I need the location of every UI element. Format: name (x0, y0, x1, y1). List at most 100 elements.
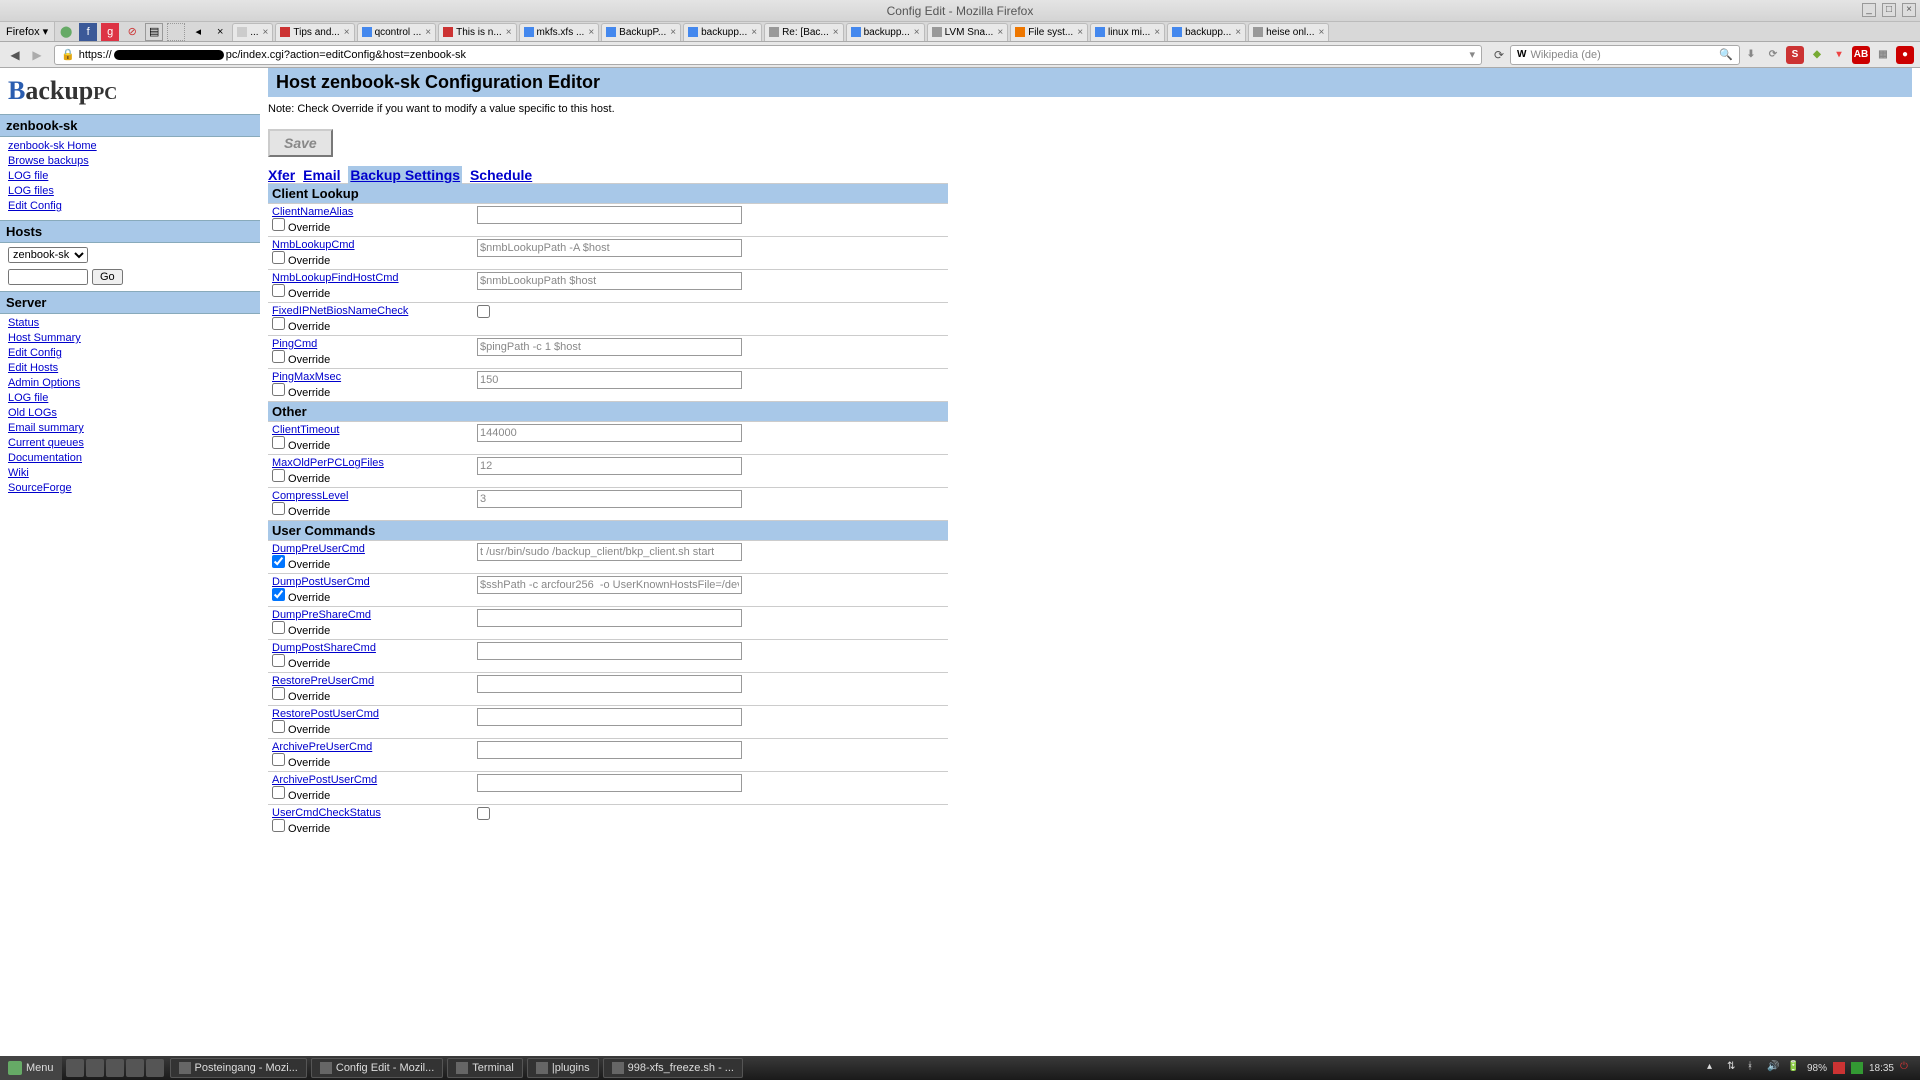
value-input[interactable] (477, 424, 742, 442)
override-checkbox[interactable] (272, 436, 285, 449)
param-link[interactable]: DumpPreShareCmd (272, 609, 371, 621)
lastpass-icon[interactable]: ● (1896, 46, 1914, 64)
param-link[interactable]: NmbLookupCmd (272, 239, 355, 251)
override-checkbox[interactable] (272, 383, 285, 396)
override-label[interactable]: Override (272, 251, 469, 267)
sidebar-link[interactable]: Browse backups (8, 154, 252, 169)
taskbar-task[interactable]: 998-xfs_freeze.sh - ... (603, 1058, 743, 1078)
tab-close-all-icon[interactable]: × (211, 23, 229, 41)
value-input[interactable] (477, 576, 742, 594)
taskbar-task[interactable]: |plugins (527, 1058, 599, 1078)
tab-xfer[interactable]: Xfer (268, 167, 295, 183)
tab-close-icon[interactable]: × (1154, 27, 1160, 38)
tab-close-icon[interactable]: × (588, 27, 594, 38)
browser-tab[interactable]: Re: [Bac...× (764, 23, 844, 41)
sidebar-link[interactable]: Wiki (8, 466, 252, 481)
param-link[interactable]: DumpPostUserCmd (272, 576, 370, 588)
ql-icon[interactable] (146, 1059, 164, 1077)
forward-button[interactable]: ▶ (28, 46, 46, 64)
param-link[interactable]: MaxOldPerPCLogFiles (272, 457, 384, 469)
sidebar-link[interactable]: LOG files (8, 184, 252, 199)
url-bar[interactable]: 🔒 https:// pc/index.cgi?action=editConfi… (54, 45, 1482, 65)
override-label[interactable]: Override (272, 588, 469, 604)
go-button[interactable] (92, 269, 123, 285)
value-checkbox[interactable] (477, 807, 490, 820)
value-input[interactable] (477, 675, 742, 693)
tab-email[interactable]: Email (303, 167, 340, 183)
sidebar-link[interactable]: Old LOGs (8, 406, 252, 421)
browser-tab[interactable]: backupp...× (683, 23, 762, 41)
tray-icon[interactable]: ▴ (1707, 1061, 1721, 1075)
value-input[interactable] (477, 272, 742, 290)
override-checkbox[interactable] (272, 687, 285, 700)
override-label[interactable]: Override (272, 284, 469, 300)
sound-icon[interactable]: 🔊 (1767, 1061, 1781, 1075)
ql-icon[interactable] (126, 1059, 144, 1077)
override-checkbox[interactable] (272, 819, 285, 832)
browser-tab[interactable]: backupp...× (1167, 23, 1246, 41)
value-checkbox[interactable] (477, 305, 490, 318)
adblock-icon[interactable]: AB (1852, 46, 1870, 64)
override-label[interactable]: Override (272, 720, 469, 736)
download-icon[interactable]: ⬇ (1742, 46, 1760, 64)
param-link[interactable]: PingCmd (272, 338, 317, 350)
sidebar-link[interactable]: LOG file (8, 169, 252, 184)
override-checkbox[interactable] (272, 753, 285, 766)
param-link[interactable]: ClientNameAlias (272, 206, 353, 218)
start-menu-button[interactable]: Menu (0, 1056, 62, 1080)
tab-close-icon[interactable]: × (751, 27, 757, 38)
override-checkbox[interactable] (272, 621, 285, 634)
tab-schedule[interactable]: Schedule (470, 167, 532, 183)
param-link[interactable]: PingMaxMsec (272, 371, 341, 383)
browser-tab[interactable]: linux mi...× (1090, 23, 1165, 41)
host-search-input[interactable] (8, 269, 88, 285)
override-checkbox[interactable] (272, 251, 285, 264)
sidebar-link[interactable]: LOG file (8, 391, 252, 406)
browser-tab[interactable]: File syst...× (1010, 23, 1088, 41)
tab-close-icon[interactable]: × (344, 27, 350, 38)
taskbar-task[interactable]: Posteingang - Mozi... (170, 1058, 307, 1078)
browser-tab[interactable]: ...× (232, 23, 273, 41)
override-label[interactable]: Override (272, 621, 469, 637)
host-select[interactable]: zenbook-sk (8, 247, 88, 263)
tray-icon[interactable] (1833, 1062, 1845, 1074)
override-label[interactable]: Override (272, 469, 469, 485)
browser-tab[interactable]: BackupP...× (601, 23, 681, 41)
override-label[interactable]: Override (272, 317, 469, 333)
value-input[interactable] (477, 774, 742, 792)
window-minimize-button[interactable]: _ (1862, 3, 1876, 17)
override-label[interactable]: Override (272, 502, 469, 518)
override-checkbox[interactable] (272, 588, 285, 601)
value-input[interactable] (477, 609, 742, 627)
dropdown-icon[interactable]: ▾ (1469, 48, 1475, 61)
override-label[interactable]: Override (272, 218, 469, 234)
sidebar-link[interactable]: Edit Config (8, 346, 252, 361)
override-label[interactable]: Override (272, 383, 469, 399)
browser-tab[interactable]: qcontrol ...× (357, 23, 437, 41)
search-bar[interactable]: W Wikipedia (de) 🔍 (1510, 45, 1740, 65)
override-label[interactable]: Override (272, 654, 469, 670)
network-icon[interactable]: ⇅ (1727, 1061, 1741, 1075)
override-checkbox[interactable] (272, 786, 285, 799)
override-label[interactable]: Override (272, 350, 469, 366)
browser-tab[interactable]: Tips and...× (275, 23, 354, 41)
value-input[interactable] (477, 708, 742, 726)
tab-close-icon[interactable]: × (425, 27, 431, 38)
param-link[interactable]: ArchivePreUserCmd (272, 741, 372, 753)
browser-tab[interactable]: mkfs.xfs ...× (519, 23, 600, 41)
browser-tab[interactable]: LVM Sna...× (927, 23, 1009, 41)
override-checkbox[interactable] (272, 555, 285, 568)
tab-close-icon[interactable]: × (914, 27, 920, 38)
newtab-icon[interactable] (167, 23, 185, 41)
browser-tab[interactable]: heise onl...× (1248, 23, 1329, 41)
override-checkbox[interactable] (272, 218, 285, 231)
tab-close-icon[interactable]: × (1319, 27, 1325, 38)
sidebar-link[interactable]: Documentation (8, 451, 252, 466)
override-checkbox[interactable] (272, 469, 285, 482)
override-label[interactable]: Override (272, 753, 469, 769)
tray-icon[interactable] (1851, 1062, 1863, 1074)
search-icon[interactable]: 🔍 (1719, 48, 1733, 61)
window-close-button[interactable]: × (1902, 3, 1916, 17)
save-button[interactable]: Save (268, 129, 333, 157)
value-input[interactable] (477, 457, 742, 475)
